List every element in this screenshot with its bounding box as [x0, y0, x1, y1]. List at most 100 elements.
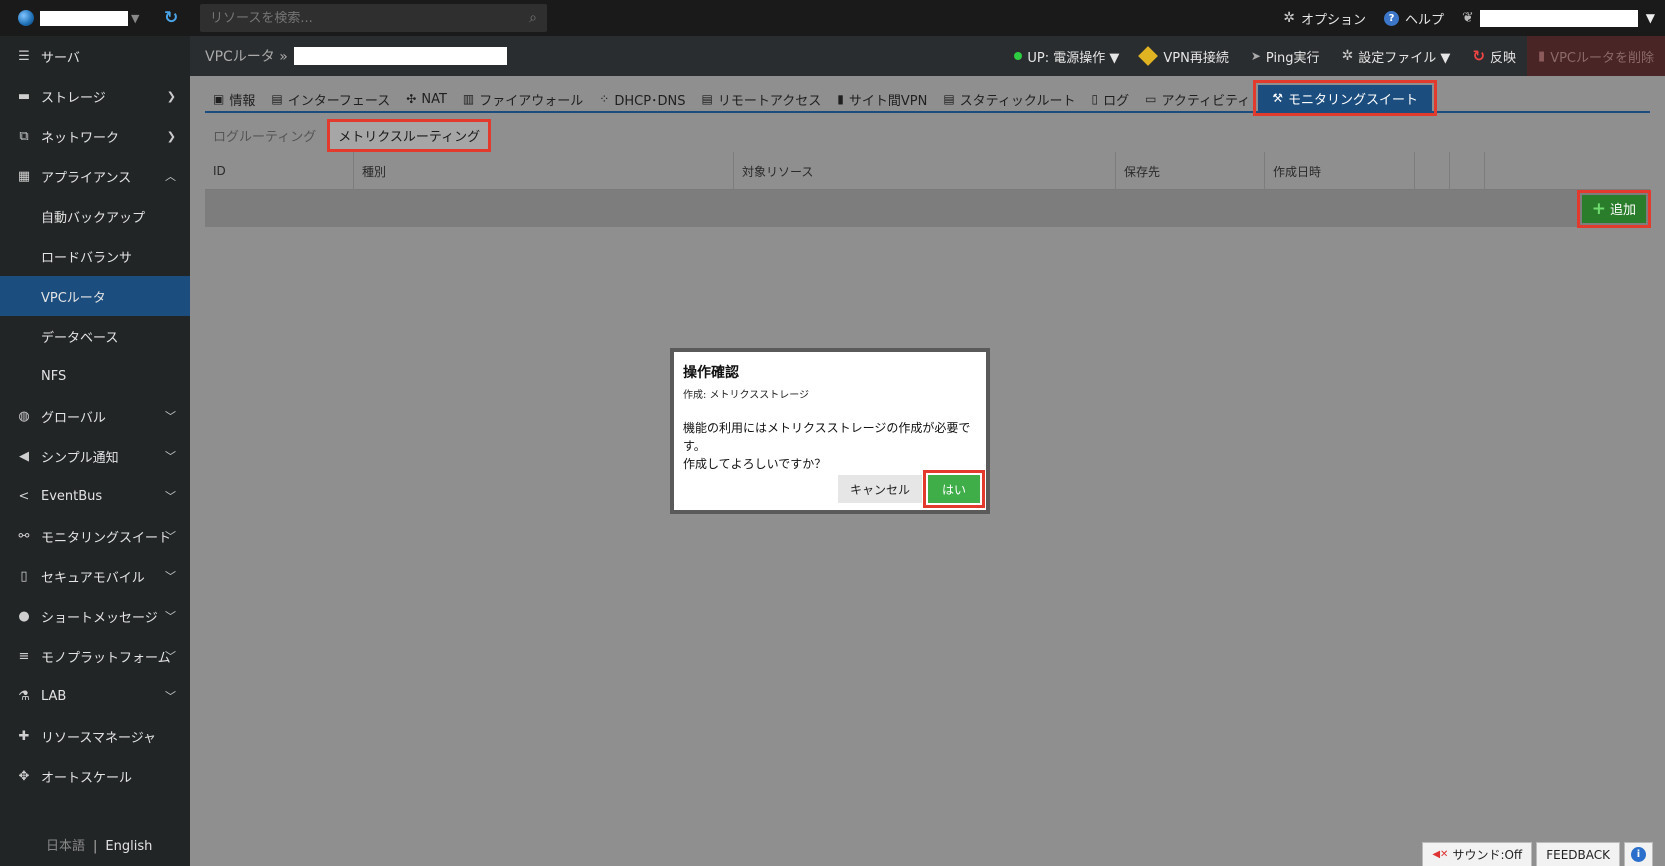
tab-label: DHCP･DNS: [614, 93, 686, 109]
sound-label: サウンド:Off: [1452, 848, 1523, 862]
tab-remote-access[interactable]: ▤ リモートアクセス: [694, 87, 830, 111]
sidebar-item-network[interactable]: ⧉ ネットワーク ❯: [0, 116, 190, 156]
activity-icon: ▭: [1145, 92, 1157, 106]
globe-icon: ◍: [18, 408, 30, 424]
sidebar-subitem-nfs[interactable]: NFS: [0, 356, 190, 396]
table-header: ID 種別 対象リソース 保存先 作成日時: [205, 152, 1650, 190]
sidebar-item-global[interactable]: ◍ グローバル ﹀: [0, 396, 190, 436]
remote-access-icon: ▤: [701, 92, 713, 106]
search-input[interactable]: [210, 10, 510, 26]
speaker-muted-icon: ◀✕: [1432, 849, 1449, 860]
cancel-button[interactable]: キャンセル: [837, 475, 922, 503]
gear-icon: ✲: [1341, 48, 1354, 64]
column-header-target-resource[interactable]: 対象リソース: [734, 152, 1116, 190]
sidebar-item-eventbus[interactable]: < EventBus ﹀: [0, 476, 190, 516]
column-header-destination[interactable]: 保存先: [1116, 152, 1265, 190]
tab-nat[interactable]: ✣ NAT: [398, 87, 455, 111]
info-button[interactable]: i: [1624, 842, 1653, 866]
info-icon: i: [1631, 847, 1646, 862]
user-name-redacted: [1479, 9, 1638, 27]
sidebar: ☰ サーバ ▬ ストレージ ❯ ⧉ ネットワーク ❯ ▦ アプライアンス ︿ 自…: [0, 36, 190, 866]
lang-ja-link[interactable]: 日本語: [46, 839, 85, 854]
user-menu[interactable]: ❦ ▼: [1462, 9, 1655, 27]
sidebar-item-label: ストレージ: [41, 90, 106, 106]
tab-label: 情報: [229, 93, 256, 109]
sidebar-item-label: LAB: [41, 688, 67, 704]
tab-monitoring-suite[interactable]: ⚒ モニタリングスイート: [1253, 80, 1438, 116]
sidebar-subitem-load-balancer[interactable]: ロードバランサ: [0, 236, 190, 276]
ping-button[interactable]: ➤ Ping実行: [1240, 36, 1331, 76]
table-toolbar: + 追加: [205, 189, 1652, 228]
search-icon[interactable]: ⌕: [529, 10, 537, 26]
site-vpn-icon: ▮: [837, 92, 844, 106]
sidebar-item-mono-platform[interactable]: ≡ モノプラットフォーム ﹀: [0, 636, 190, 676]
apply-label: 反映: [1490, 50, 1517, 66]
sidebar-subitem-vpc-router[interactable]: VPCルータ: [0, 276, 190, 316]
sidebar-item-simple-notification[interactable]: ◀ シンプル通知 ﹀: [0, 436, 190, 476]
tab-log[interactable]: ▯ ログ: [1084, 87, 1138, 111]
storage-icon: ▬: [17, 88, 31, 104]
feedback-button[interactable]: FEEDBACK: [1536, 842, 1620, 866]
content-header: VPCルータ » UP: 電源操作 ▼ VPN再接続 ➤ Ping実行 ✲ 設定…: [190, 36, 1665, 76]
static-route-icon: ▤: [943, 92, 955, 106]
power-menu-button[interactable]: UP: 電源操作 ▼: [1003, 36, 1130, 76]
sidebar-item-storage[interactable]: ▬ ストレージ ❯: [0, 76, 190, 116]
refresh-icon[interactable]: ↻: [164, 8, 186, 28]
tab-info[interactable]: ▣ 情報: [205, 87, 263, 111]
tab-activity[interactable]: ▭ アクティビティ: [1137, 87, 1258, 111]
sidebar-item-secure-mobile[interactable]: ▯ セキュアモバイル ﹀: [0, 556, 190, 596]
sidebar-item-autoscale[interactable]: ✥ オートスケール: [0, 756, 190, 796]
add-button[interactable]: + 追加: [1576, 189, 1652, 228]
chevron-down-icon: ﹀: [165, 450, 176, 463]
tab-site-vpn[interactable]: ▮ サイト間VPN: [829, 87, 935, 111]
info-icon: ▣: [213, 92, 225, 106]
lang-en-link[interactable]: English: [105, 839, 152, 854]
subtab-log-routing[interactable]: ログルーティング: [205, 122, 324, 149]
trash-icon: ▮: [1538, 48, 1546, 64]
search-box[interactable]: ⌕: [200, 4, 547, 32]
share-icon: <: [18, 488, 30, 504]
sidebar-item-server[interactable]: ☰ サーバ: [0, 36, 190, 76]
config-file-button[interactable]: ✲ 設定ファイル ▼: [1331, 36, 1462, 76]
vpn-reconnect-label: VPN再接続: [1163, 50, 1229, 66]
tab-dhcp-dns[interactable]: ⁘ DHCP･DNS: [591, 87, 693, 111]
tab-firewall[interactable]: ▥ ファイアウォール: [455, 87, 591, 111]
help-link[interactable]: ? ヘルプ: [1384, 9, 1444, 28]
chat-icon: ●: [18, 608, 30, 624]
options-link[interactable]: ✲ オプション: [1283, 9, 1366, 28]
sidebar-subitem-auto-backup[interactable]: 自動バックアップ: [0, 196, 190, 236]
delete-vpc-router-button[interactable]: ▮ VPCルータを削除: [1527, 36, 1665, 76]
move-icon: ✥: [18, 768, 30, 784]
sound-toggle-button[interactable]: ◀✕ サウンド:Off: [1422, 842, 1533, 866]
dialog-buttons: キャンセル はい: [837, 470, 986, 508]
column-header-created-at[interactable]: 作成日時: [1265, 152, 1415, 190]
footer-widgets: ◀✕ サウンド:Off FEEDBACK i: [1422, 842, 1653, 866]
sidebar-item-lab[interactable]: ⚗ LAB ﹀: [0, 676, 190, 716]
zone-selector[interactable]: ▼: [18, 10, 148, 26]
network-icon: ⧉: [19, 128, 29, 144]
column-header-blank: [1415, 152, 1450, 190]
yes-button[interactable]: はい: [922, 470, 986, 508]
sidebar-subitem-database[interactable]: データベース: [0, 316, 190, 356]
breadcrumb[interactable]: VPCルータ »: [205, 46, 288, 66]
sidebar-item-appliance[interactable]: ▦ アプライアンス ︿: [0, 156, 190, 196]
tab-static-route[interactable]: ▤ スタティックルート: [935, 87, 1083, 111]
config-file-label: 設定ファイル ▼: [1358, 50, 1451, 66]
sidebar-item-resource-manager[interactable]: ✚ リソースマネージャ: [0, 716, 190, 756]
chevron-down-icon: ▼: [131, 11, 140, 25]
tab-interface[interactable]: ▤ インターフェース: [263, 87, 398, 111]
column-header-type[interactable]: 種別: [354, 152, 734, 190]
sidebar-item-monitoring-suite[interactable]: ⚯ モニタリングスイート ﹀: [0, 516, 190, 556]
flask-icon: ⚗: [18, 688, 30, 704]
log-icon: ▯: [1091, 92, 1099, 106]
header-actions: UP: 電源操作 ▼ VPN再接続 ➤ Ping実行 ✲ 設定ファイル ▼ ↻ …: [1003, 36, 1665, 76]
tab-bar: ▣ 情報 ▤ インターフェース ✣ NAT ▥ ファイアウォール ⁘ DHCP･DNS ▤…: [205, 80, 1650, 116]
server-icon: ☰: [18, 48, 30, 64]
column-header-id[interactable]: ID: [205, 152, 354, 190]
vpn-reconnect-button[interactable]: VPN再接続: [1130, 36, 1239, 76]
sidebar-item-label: リソースマネージャ: [41, 730, 157, 746]
subtab-metrics-routing[interactable]: メトリクスルーティング: [327, 119, 492, 152]
sidebar-item-short-message[interactable]: ● ショートメッセージ ﹀: [0, 596, 190, 636]
delete-label: VPCルータを削除: [1550, 50, 1654, 66]
apply-button[interactable]: ↻ 反映: [1461, 36, 1527, 76]
